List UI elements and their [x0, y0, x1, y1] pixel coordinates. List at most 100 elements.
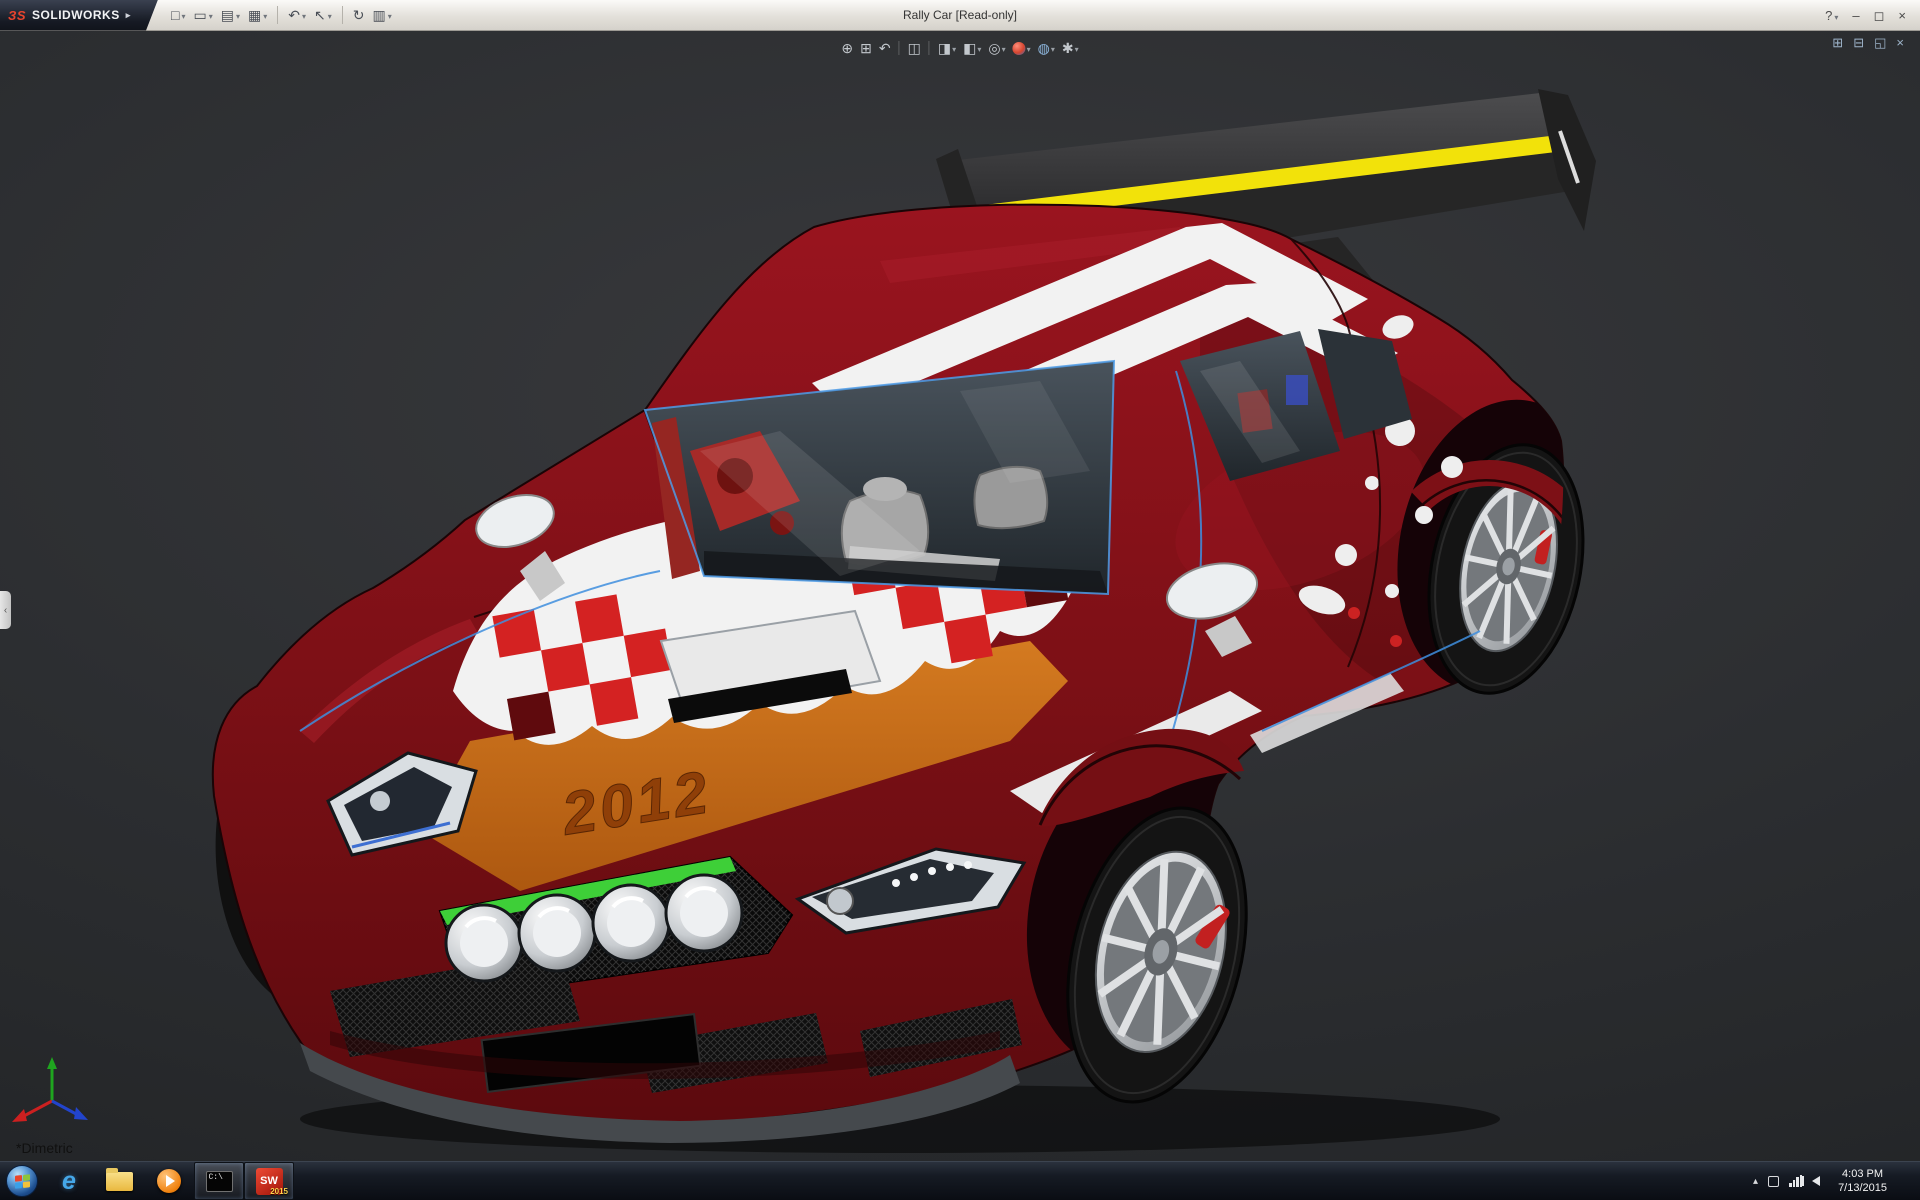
show-hidden-icons-button[interactable]: ▴ [1753, 1176, 1758, 1187]
chevron-down-icon[interactable] [1834, 9, 1838, 22]
internet-explorer-icon: e [62, 1167, 76, 1196]
chevron-down-icon[interactable] [1050, 39, 1055, 57]
main-toolbar: □ ▭ ▤ ▦ ↶ ↖ ↻ ▥ [168, 6, 395, 24]
restore-button[interactable]: ◻ [1874, 9, 1885, 22]
toolbar-separator [899, 41, 900, 55]
window-controls: ? – ◻ × [1825, 9, 1920, 22]
save-button[interactable]: ▤ [218, 6, 243, 24]
select-button[interactable]: ↖ [311, 6, 335, 24]
dassault-logo-icon: ЗS [8, 8, 26, 23]
taskbar-item-file-explorer[interactable] [94, 1162, 144, 1200]
options-button[interactable]: ▥ [369, 6, 394, 24]
cascade-windows-button[interactable]: ⊞ [1832, 36, 1843, 49]
volume-icon[interactable] [1812, 1176, 1820, 1186]
print-icon: ▦ [248, 8, 261, 22]
taskbar: e C:\ SW 2015 ▴ 4:03 PM 7/13/2015 [0, 1161, 1920, 1200]
options-icon: ▥ [372, 8, 385, 22]
brand-arrow-icon: ▸ [126, 10, 131, 21]
restore-document-button[interactable]: ◱ [1874, 36, 1886, 49]
taskbar-clock[interactable]: 4:03 PM 7/13/2015 [1830, 1167, 1895, 1196]
previous-view-button[interactable]: ↶ [877, 40, 893, 56]
taskbar-item-internet-explorer[interactable]: e [44, 1162, 94, 1200]
system-tray: ▴ 4:03 PM 7/13/2015 [1753, 1162, 1920, 1200]
chevron-down-icon[interactable] [1074, 39, 1079, 57]
undo-button[interactable]: ↶ [285, 6, 309, 24]
titlebar: ЗS SOLIDWORKS ▸ □ ▭ ▤ ▦ ↶ ↖ ↻ ▥ Rally Ca… [0, 0, 1920, 31]
clock-date: 7/13/2015 [1838, 1181, 1887, 1195]
open-document-button[interactable]: ▭ [190, 6, 215, 24]
chevron-down-icon[interactable] [1026, 39, 1031, 57]
zoom-to-fit-button[interactable]: ⊕ [839, 40, 855, 56]
folder-icon [106, 1172, 133, 1191]
apply-scene-icon: ◍ [1038, 41, 1050, 55]
edit-appearance-button[interactable] [1011, 38, 1033, 58]
command-prompt-icon: C:\ [206, 1171, 233, 1192]
window-title: Rally Car [Read-only] [903, 8, 1017, 22]
zoom-to-fit-icon: ⊕ [841, 41, 853, 55]
media-player-icon [157, 1169, 181, 1193]
taskbar-item-solidworks[interactable]: SW 2015 [244, 1162, 294, 1200]
toolbar-separator [277, 6, 278, 24]
save-icon: ▤ [221, 8, 234, 22]
new-document-button[interactable]: □ [168, 6, 188, 24]
taskbar-item-media-player[interactable] [144, 1162, 194, 1200]
select-cursor-icon: ↖ [314, 8, 326, 22]
taskbar-apps: e C:\ SW 2015 [44, 1162, 294, 1200]
toolbar-separator [342, 6, 343, 24]
start-button[interactable] [0, 1162, 44, 1200]
open-document-icon: ▭ [193, 8, 206, 22]
apply-scene-button[interactable]: ◍ [1036, 38, 1057, 58]
chevron-down-icon[interactable] [234, 8, 240, 22]
view-settings-icon: ✱ [1062, 41, 1074, 55]
view-settings-button[interactable]: ✱ [1060, 38, 1081, 58]
heads-up-view-toolbar: ⊕ ⊞ ↶ ◫ ◨ ◧ ◎ ◍ ✱ [833, 36, 1086, 60]
viewport-3d[interactable]: 2012 [0, 31, 1920, 1161]
chevron-down-icon[interactable] [179, 8, 185, 22]
hide-show-items-icon: ◎ [988, 41, 1000, 55]
undo-icon: ↶ [288, 8, 300, 22]
help-icon: ? [1825, 9, 1832, 22]
rebuild-button[interactable]: ↻ [350, 6, 368, 24]
view-orientation-icon: ◨ [938, 41, 951, 55]
action-center-icon[interactable] [1768, 1176, 1779, 1187]
minimize-button[interactable]: – [1852, 9, 1859, 22]
new-document-icon: □ [171, 8, 179, 22]
chevron-down-icon[interactable] [951, 39, 956, 57]
hide-show-items-button[interactable]: ◎ [986, 38, 1007, 58]
chevron-down-icon[interactable] [300, 8, 306, 22]
taskbar-item-command-prompt[interactable]: C:\ [194, 1162, 244, 1200]
orientation-triad [12, 1057, 88, 1122]
zoom-to-area-button[interactable]: ⊞ [858, 40, 874, 56]
display-style-icon: ◧ [963, 41, 976, 55]
windows-orb-icon [6, 1165, 38, 1197]
minimize-document-button[interactable]: ⊟ [1853, 36, 1864, 49]
section-view-icon: ◫ [908, 41, 921, 55]
view-orientation-button[interactable]: ◨ [936, 38, 958, 58]
close-button[interactable]: × [1898, 9, 1906, 22]
section-view-button[interactable]: ◫ [906, 40, 923, 56]
chevron-down-icon[interactable] [976, 39, 981, 57]
print-button[interactable]: ▦ [245, 6, 270, 24]
screen: ЗS SOLIDWORKS ▸ □ ▭ ▤ ▦ ↶ ↖ ↻ ▥ Rally Ca… [0, 0, 1920, 1200]
edit-appearance-icon [1013, 42, 1026, 55]
document-window-controls: ⊞ ⊟ ◱ × [1832, 36, 1904, 49]
toolbar-separator [929, 41, 930, 55]
help-button[interactable]: ? [1825, 9, 1838, 22]
chevron-down-icon[interactable] [326, 8, 332, 22]
close-document-button[interactable]: × [1896, 36, 1904, 49]
chevron-down-icon[interactable] [207, 8, 213, 22]
view-orientation-label: *Dimetric [16, 1140, 73, 1156]
display-style-button[interactable]: ◧ [961, 38, 983, 58]
brand-text: SOLIDWORKS [32, 8, 120, 22]
feature-manager-tab[interactable]: ‹ [0, 591, 11, 629]
previous-view-icon: ↶ [879, 41, 891, 55]
solidworks-logo: ЗS SOLIDWORKS ▸ [0, 0, 158, 31]
clock-time: 4:03 PM [1838, 1167, 1887, 1181]
rebuild-icon: ↻ [353, 8, 365, 22]
solidworks-year-badge: 2015 [270, 1187, 288, 1196]
rally-car-model[interactable]: 2012 [0, 31, 1920, 1161]
zoom-to-area-icon: ⊞ [860, 41, 872, 55]
chevron-down-icon[interactable] [386, 8, 392, 22]
chevron-down-icon[interactable] [1001, 39, 1006, 57]
chevron-down-icon[interactable] [261, 8, 267, 22]
